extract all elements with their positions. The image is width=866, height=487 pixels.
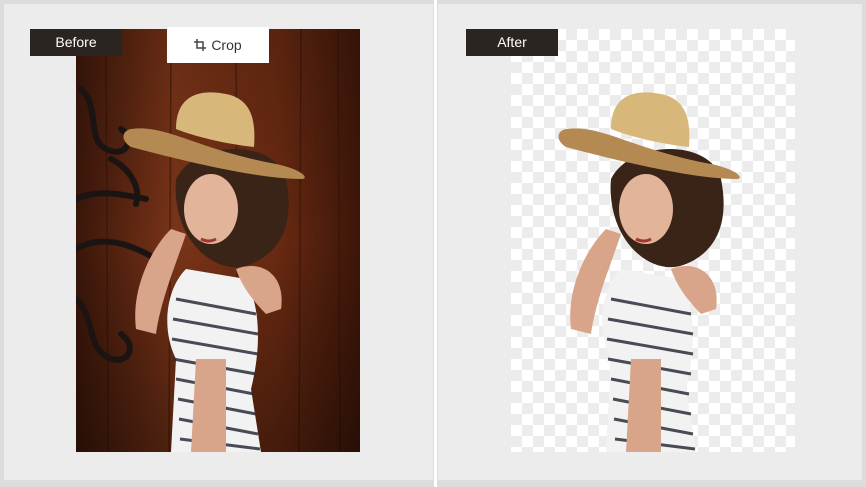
after-label: After bbox=[466, 29, 558, 56]
after-panel: After bbox=[438, 4, 862, 480]
before-panel: Before Crop bbox=[4, 4, 433, 480]
before-label: Before bbox=[30, 29, 122, 56]
before-photo bbox=[76, 29, 360, 452]
after-photo bbox=[511, 29, 795, 452]
crop-button-label: Crop bbox=[211, 37, 242, 53]
crop-icon bbox=[194, 39, 207, 51]
panel-divider bbox=[434, 0, 437, 487]
crop-button[interactable]: Crop bbox=[167, 27, 269, 63]
